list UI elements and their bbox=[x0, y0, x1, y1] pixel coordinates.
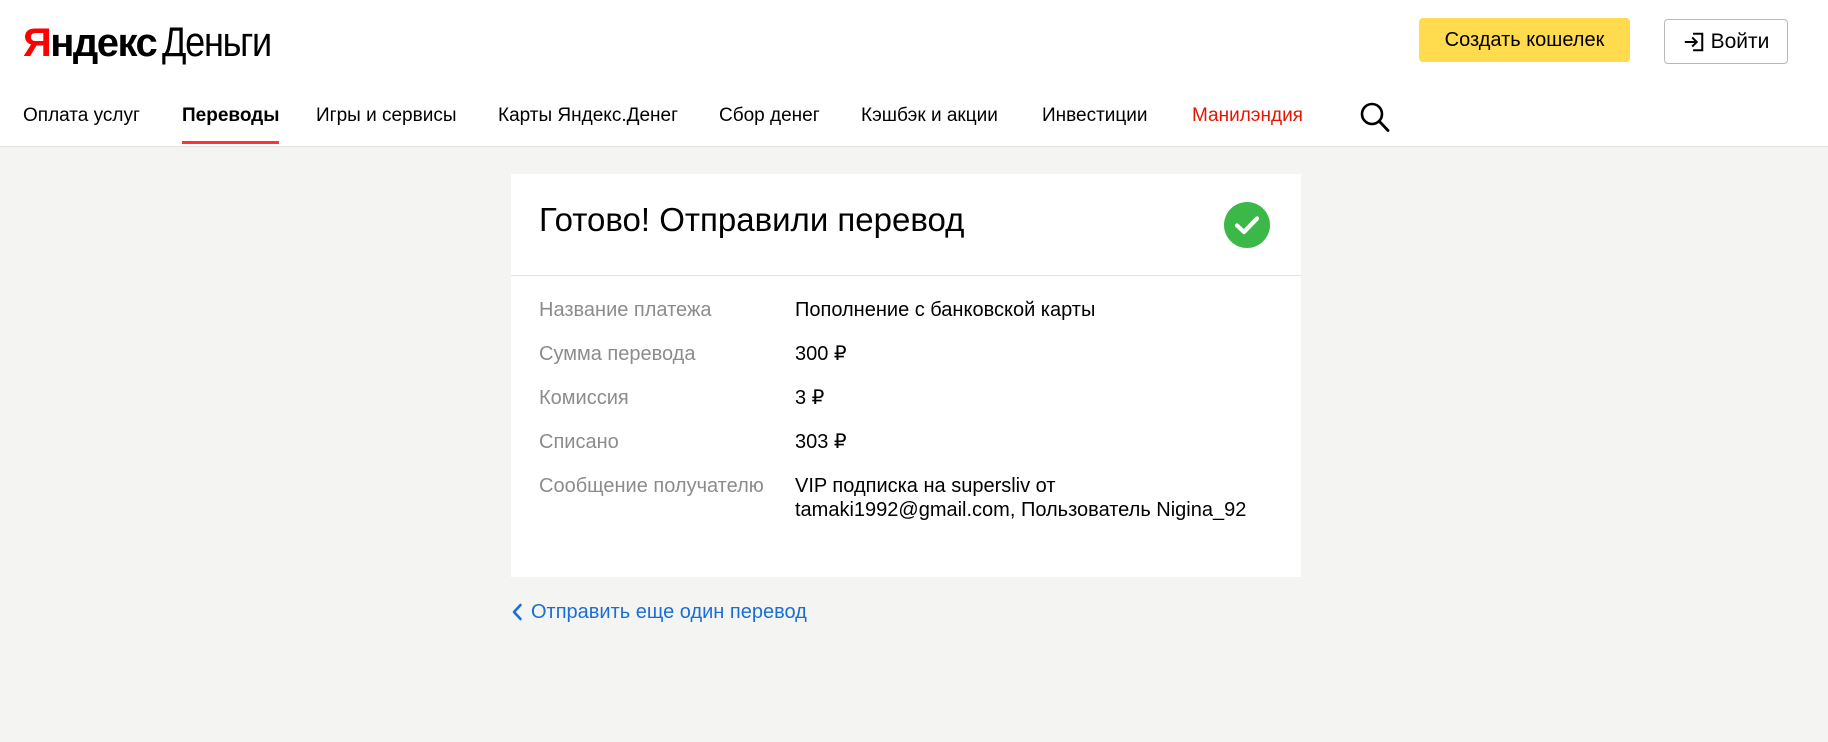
login-button[interactable]: Войти bbox=[1664, 19, 1788, 64]
detail-row-message: Сообщение получателю VIP подписка на sup… bbox=[539, 474, 1279, 521]
detail-value: 303 ₽ bbox=[795, 431, 847, 453]
nav-item-transfers[interactable]: Переводы bbox=[182, 100, 280, 144]
login-label: Войти bbox=[1710, 29, 1770, 53]
search-icon[interactable] bbox=[1359, 100, 1391, 134]
detail-label: Списано bbox=[539, 431, 619, 453]
page-title: Готово! Отправили перевод bbox=[539, 201, 965, 238]
detail-value: 3 ₽ bbox=[795, 387, 825, 409]
logo-yandex: Яндекс bbox=[23, 21, 158, 65]
nav-item-cashback[interactable]: Кэшбэк и акции bbox=[861, 100, 998, 144]
logo-product: Деньги bbox=[162, 18, 272, 65]
login-icon bbox=[1684, 32, 1703, 51]
detail-row-charged: Списано 303 ₽ bbox=[539, 430, 1279, 474]
nav-item-cards[interactable]: Карты Яндекс.Денег bbox=[498, 100, 678, 144]
nav-item-moneyland[interactable]: Манилэндия bbox=[1192, 100, 1303, 144]
chevron-left-icon bbox=[512, 603, 522, 621]
card-header: Готово! Отправили перевод bbox=[511, 174, 1301, 276]
detail-value: Пополнение с банковской карты bbox=[795, 299, 1096, 321]
site-header: Яндекс Деньги Создать кошелек Войти Опла… bbox=[0, 0, 1828, 147]
nav-item-services[interactable]: Оплата услуг bbox=[23, 100, 140, 144]
detail-value: 300 ₽ bbox=[795, 343, 847, 365]
detail-label: Название платежа bbox=[539, 299, 712, 321]
detail-row-amount: Сумма перевода 300 ₽ bbox=[539, 342, 1279, 386]
send-another-transfer-link[interactable]: Отправить еще один перевод bbox=[511, 597, 807, 627]
detail-row-payment-name: Название платежа Пополнение с банковской… bbox=[539, 298, 1279, 342]
detail-row-fee: Комиссия 3 ₽ bbox=[539, 386, 1279, 430]
detail-label: Сумма перевода bbox=[539, 343, 696, 365]
nav-item-fundraising[interactable]: Сбор денег bbox=[719, 100, 820, 144]
detail-value: VIP подписка на supersliv от tamaki1992@… bbox=[795, 475, 1247, 521]
transfer-result-card: Готово! Отправили перевод Название плате… bbox=[511, 174, 1301, 577]
create-wallet-button[interactable]: Создать кошелек bbox=[1419, 18, 1630, 62]
check-circle-icon bbox=[1224, 202, 1270, 248]
detail-label: Сообщение получателю bbox=[539, 475, 764, 497]
transfer-details: Название платежа Пополнение с банковской… bbox=[539, 298, 1279, 521]
detail-label: Комиссия bbox=[539, 387, 629, 409]
yandex-money-logo[interactable]: Яндекс Деньги bbox=[23, 18, 289, 66]
nav-item-investments[interactable]: Инвестиции bbox=[1042, 100, 1148, 144]
nav-item-games[interactable]: Игры и сервисы bbox=[316, 100, 456, 144]
back-link-label: Отправить еще один перевод bbox=[531, 600, 807, 623]
